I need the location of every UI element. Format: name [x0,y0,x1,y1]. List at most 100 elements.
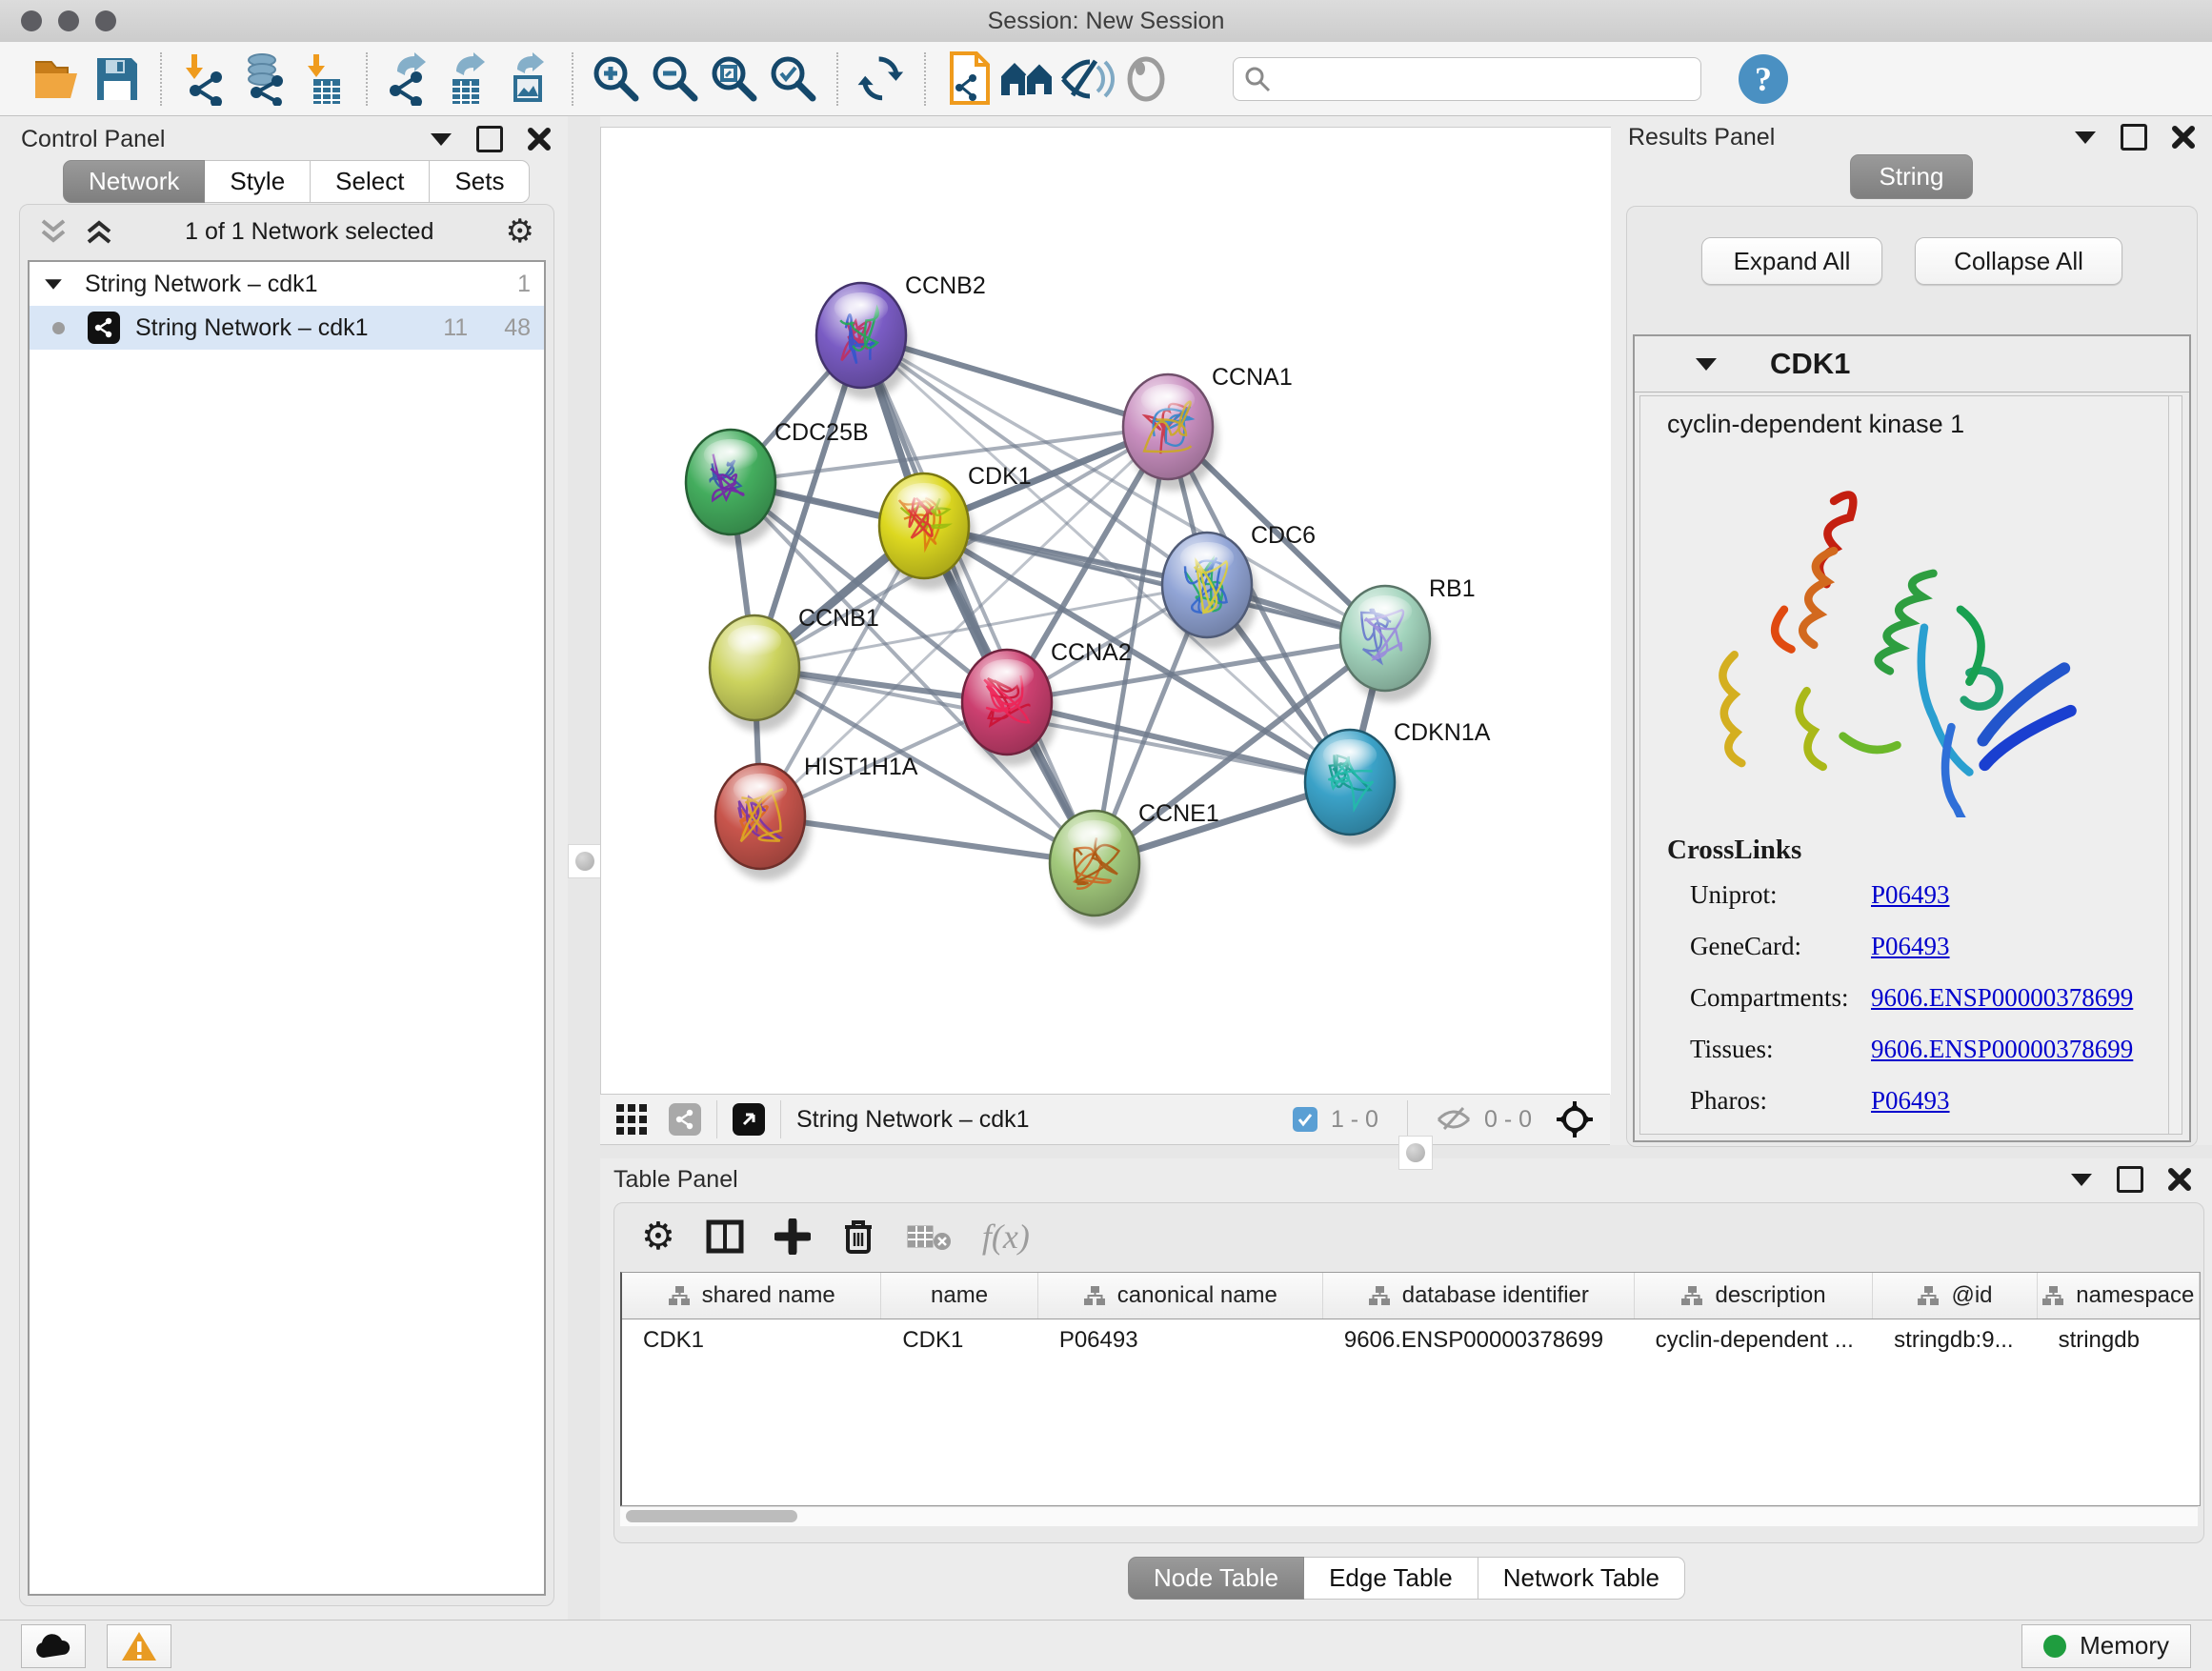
collapse-all-icon[interactable] [39,219,68,244]
network-node[interactable] [1050,811,1145,927]
expand-all-button[interactable]: Expand All [1701,237,1882,285]
table-row[interactable]: CDK1CDK1P064939606.ENSP00000378699cyclin… [622,1319,2200,1361]
current-network-dot-icon [52,322,65,334]
crosslink-value[interactable]: 9606.ENSP00000378699 [1871,1035,2133,1064]
table-cell[interactable]: CDK1 [622,1319,881,1361]
crosslink-value[interactable]: P06493 [1871,932,1950,961]
eye-slash-icon[interactable] [1057,50,1116,109]
protein-card-header[interactable]: CDK1 [1635,336,2189,393]
zoom-in-icon[interactable] [587,50,646,109]
crosslink-value[interactable]: 9606.ENSP00000378699 [1871,983,2133,1013]
table-cell[interactable]: P06493 [1038,1319,1323,1361]
apply-layout-icon[interactable] [852,50,911,109]
import-network-database-icon[interactable] [234,50,293,109]
network-node[interactable] [1305,730,1400,846]
network-node[interactable] [816,283,912,399]
zoom-fit-icon[interactable] [705,50,764,109]
houses-icon[interactable] [998,50,1057,109]
network-canvas[interactable]: CCNB2CCNA1CDC25BCDK1CDC6RB1CCNB1CCNA2CDK… [600,127,1611,1095]
save-session-icon[interactable] [88,50,147,109]
grid-view-icon[interactable] [615,1103,648,1136]
float-panel-icon[interactable] [2075,131,2096,144]
network-row[interactable]: String Network – cdk1 11 48 [30,306,544,350]
network-edge[interactable] [924,526,1385,638]
float-panel-icon[interactable] [2071,1174,2092,1186]
expand-all-icon[interactable] [85,219,113,244]
table-cell[interactable]: cyclin-dependent ... [1635,1319,1874,1361]
network-node[interactable] [1340,586,1436,702]
collapse-caret-icon[interactable] [1696,358,1717,371]
network-node[interactable] [1162,533,1257,649]
export-table-icon[interactable] [440,50,499,109]
scrollbar-thumb[interactable] [626,1510,797,1522]
network-node[interactable] [1123,374,1218,491]
column-header[interactable]: name [881,1273,1037,1319]
network-collection-row[interactable]: String Network – cdk1 1 [30,262,544,306]
table-cell[interactable]: stringdb [2038,1319,2200,1361]
tab-network[interactable]: Network [63,160,205,203]
splitter-handle[interactable] [568,844,602,878]
results-scrollbar[interactable] [2168,396,2182,1134]
table-hscrollbar[interactable] [620,1506,2198,1526]
birds-eye-view-icon[interactable] [733,1103,765,1136]
search-input[interactable] [1272,65,1691,93]
undock-panel-icon[interactable] [476,126,503,152]
delete-column-icon[interactable] [841,1218,875,1256]
crosslinks-list: Uniprot:P06493 GeneCard:P06493 Compartme… [1690,880,2166,1135]
tab-node-table[interactable]: Node Table [1128,1557,1304,1600]
tab-sets[interactable]: Sets [430,160,530,203]
column-header[interactable]: namespace [2038,1273,2200,1319]
close-panel-icon[interactable] [528,128,551,151]
column-header[interactable]: canonical name [1038,1273,1323,1319]
table-cell[interactable]: stringdb:9... [1873,1319,2037,1361]
tab-edge-table[interactable]: Edge Table [1304,1557,1478,1600]
cloud-button[interactable] [21,1624,86,1668]
import-table-icon[interactable] [293,50,352,109]
table-cell[interactable]: CDK1 [881,1319,1037,1361]
tab-select[interactable]: Select [311,160,430,203]
delete-table-icon[interactable] [906,1220,952,1253]
column-selector-icon[interactable] [706,1218,744,1256]
network-node[interactable] [879,473,975,590]
network-document-icon[interactable] [939,50,998,109]
annotation-mode-icon[interactable] [669,1103,701,1136]
crosshair-icon[interactable] [1555,1099,1595,1139]
close-panel-icon[interactable] [2168,1168,2191,1191]
selected-checkbox-icon[interactable] [1293,1107,1317,1132]
zoom-out-icon[interactable] [646,50,705,109]
network-edge[interactable] [861,335,1095,863]
column-header[interactable]: @id [1873,1273,2037,1319]
zoom-selected-icon[interactable] [764,50,823,109]
crosslink-value[interactable]: P06493 [1871,1086,1950,1116]
undock-panel-icon[interactable] [2121,124,2147,151]
network-node[interactable] [962,650,1057,766]
undock-panel-icon[interactable] [2117,1166,2143,1193]
tab-style[interactable]: Style [205,160,311,203]
network-node[interactable] [686,430,781,546]
export-network-icon[interactable] [381,50,440,109]
function-builder-icon[interactable]: f(x) [982,1217,1030,1257]
hidden-eye-slash-icon[interactable] [1437,1106,1471,1133]
open-session-icon[interactable] [29,50,88,109]
column-header[interactable]: shared name [622,1273,881,1319]
import-network-file-icon[interactable] [175,50,234,109]
eye-icon[interactable] [1116,50,1176,109]
close-panel-icon[interactable] [2172,126,2195,149]
left-splitter[interactable] [568,116,600,1620]
crosslink-value[interactable]: P06493 [1871,880,1950,910]
add-column-icon[interactable] [774,1218,811,1255]
collapse-caret-icon[interactable] [45,279,62,289]
memory-button[interactable]: Memory [2021,1624,2191,1668]
tab-network-table[interactable]: Network Table [1478,1557,1685,1600]
column-header[interactable]: database identifier [1323,1273,1635,1319]
table-options-gear-icon[interactable]: ⚙ [641,1218,675,1256]
column-header[interactable]: description [1635,1273,1874,1319]
warning-button[interactable] [107,1624,171,1668]
tab-string[interactable]: String [1850,154,1974,199]
help-icon[interactable]: ? [1734,50,1793,109]
float-panel-icon[interactable] [431,133,452,146]
network-options-gear-icon[interactable]: ⚙ [506,215,534,248]
table-cell[interactable]: 9606.ENSP00000378699 [1323,1319,1635,1361]
export-image-icon[interactable] [499,50,558,109]
collapse-all-button[interactable]: Collapse All [1915,237,2122,285]
